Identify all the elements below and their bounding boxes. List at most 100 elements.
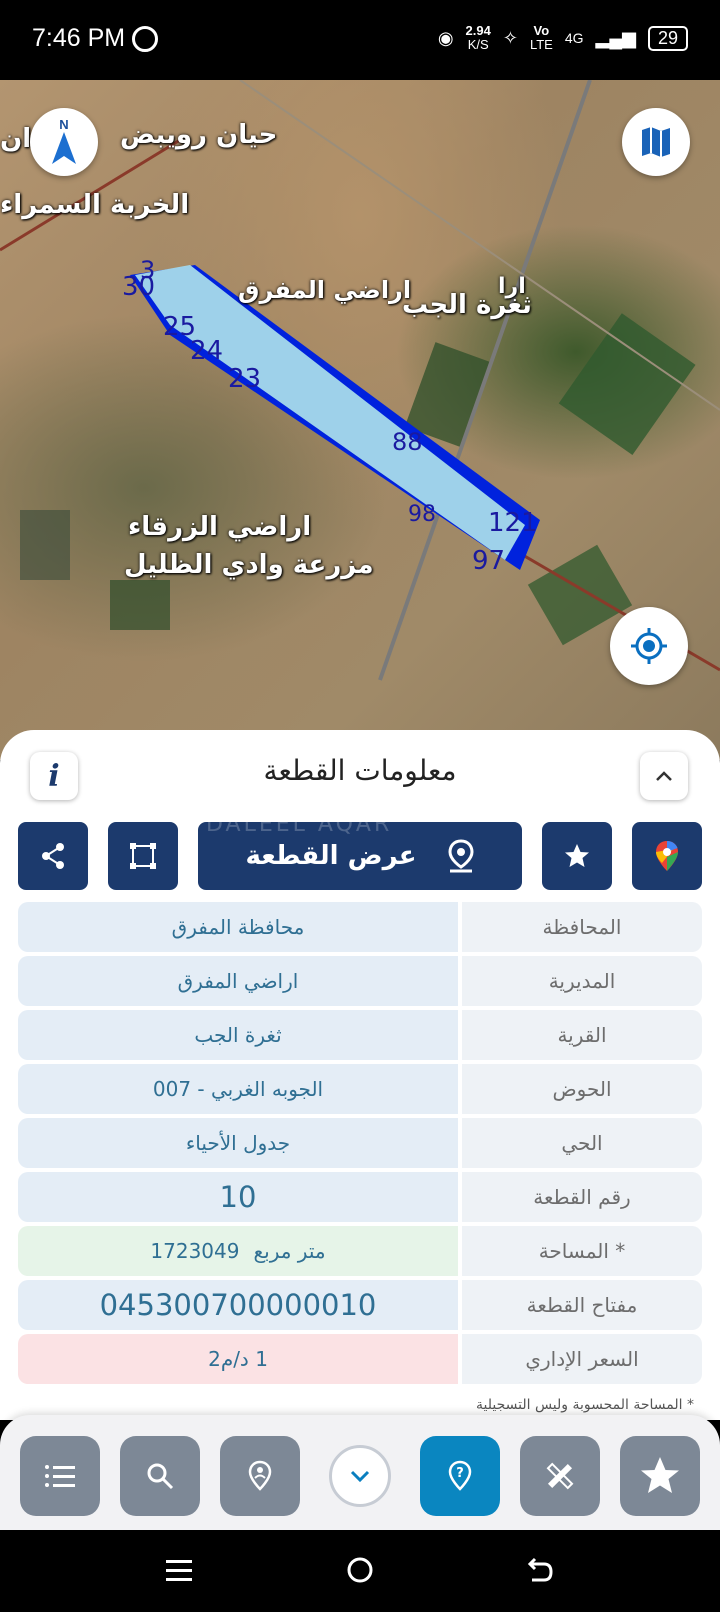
row-label: مفتاح القطعة: [462, 1280, 702, 1330]
star-icon: [565, 844, 589, 867]
row-label: الحوض: [462, 1064, 702, 1114]
expand-down-circle: [329, 1445, 391, 1507]
status-icons: ◉ 2.94 K/S ✧ Vo LTE 4G ▂▄▆ 29: [438, 24, 688, 52]
field-patch: [558, 313, 696, 455]
share-button[interactable]: [18, 822, 88, 890]
google-maps-icon: [656, 841, 678, 871]
place-label: مزرعة وادي الظليل: [124, 550, 374, 580]
row-value: محافظة المفرق: [18, 902, 458, 952]
row-plot-key: 045300700000010 مفتاح القطعة: [18, 1280, 702, 1330]
location-question-icon: ?: [448, 1460, 472, 1491]
google-maps-button[interactable]: [632, 822, 702, 890]
volte-lte: LTE: [529, 37, 553, 52]
place-label: اراضي المفرق: [238, 276, 412, 304]
tools-icon: [546, 1462, 574, 1490]
whatsapp-icon: [132, 26, 158, 52]
row-area: متر مربع 1723049 المساحة *: [18, 1226, 702, 1276]
volte-indicator: Vo LTE: [530, 24, 553, 52]
place-label: اراضي الزرقاء: [128, 512, 312, 542]
area-value: 1723049: [150, 1239, 240, 1263]
field-patch: [110, 580, 170, 630]
show-plot-label: عرض القطعة: [245, 841, 417, 871]
search-icon: [147, 1463, 174, 1490]
place-marker-button[interactable]: [220, 1436, 300, 1516]
wifi-icon: ✧: [502, 27, 518, 48]
list-button[interactable]: [20, 1436, 100, 1516]
place-label: ان: [0, 124, 32, 154]
svg-text:?: ?: [456, 1466, 464, 1481]
field-patch: [20, 510, 70, 580]
sheet-title: معلومات القطعة: [263, 754, 457, 787]
row-value: 10: [18, 1172, 458, 1222]
row-value: 045300700000010: [18, 1280, 458, 1330]
row-label: رقم القطعة: [462, 1172, 702, 1222]
map-layers-icon: [642, 127, 670, 157]
place-label: حيان رويبض: [120, 120, 278, 150]
row-value: الجوبه الغربي - 007: [18, 1064, 458, 1114]
parcel-number: 23: [228, 364, 262, 394]
parcel-number: 98: [408, 502, 436, 527]
share-icon: [42, 843, 64, 869]
row-label: المحافظة: [462, 902, 702, 952]
map-layers-button[interactable]: [622, 108, 690, 176]
row-label: السعر الإداري: [462, 1334, 702, 1384]
row-admin-price: 1 د/م2 السعر الإداري: [18, 1334, 702, 1384]
search-button[interactable]: [120, 1436, 200, 1516]
back-icon[interactable]: [524, 1555, 554, 1585]
signal-icon: ▂▄▆: [595, 27, 636, 48]
net-speed: 2.94 K/S: [466, 24, 491, 52]
chevron-down-icon: [350, 1470, 370, 1483]
net-speed-unit: K/S: [467, 37, 489, 52]
plot-shape-button[interactable]: [108, 822, 178, 890]
favorites-button[interactable]: [620, 1436, 700, 1516]
list-icon: [45, 1465, 75, 1487]
home-icon[interactable]: [345, 1555, 375, 1585]
row-label: الحي: [462, 1118, 702, 1168]
row-label: القرية: [462, 1010, 702, 1060]
favorite-button[interactable]: [542, 822, 612, 890]
system-nav-bar: [0, 1530, 720, 1612]
row-village: ثغرة الجب القرية: [18, 1010, 702, 1060]
row-value: ثغرة الجب: [18, 1010, 458, 1060]
net-speed-value: 2.94: [465, 23, 491, 38]
info-button[interactable]: i: [30, 752, 78, 800]
row-value: اراضي المفرق: [18, 956, 458, 1006]
location-pin-icon: [448, 839, 474, 873]
row-label: المساحة *: [462, 1226, 702, 1276]
row-plot-number: 10 رقم القطعة: [18, 1172, 702, 1222]
location-icon: ◉: [437, 27, 454, 48]
place-label: الخربة السمراء: [0, 190, 190, 220]
locate-me-button[interactable]: [610, 607, 688, 685]
area-unit: متر مربع: [253, 1239, 326, 1263]
row-basin: الجوبه الغربي - 007 الحوض: [18, 1064, 702, 1114]
row-directorate: اراضي المفرق المديرية: [18, 956, 702, 1006]
svg-text:N: N: [59, 117, 68, 132]
recent-apps-icon[interactable]: [164, 1555, 194, 1585]
row-value: جدول الأحياء: [18, 1118, 458, 1168]
parcel-number: 97: [472, 546, 506, 576]
info-icon: i: [48, 758, 60, 794]
plot-lookup-button[interactable]: ?: [420, 1436, 500, 1516]
parcel-number: 24: [190, 336, 224, 366]
compass-button[interactable]: N: [30, 108, 98, 176]
row-value: 1 د/م2: [18, 1334, 458, 1384]
row-label: المديرية: [462, 956, 702, 1006]
row-neighborhood: جدول الأحياء الحي: [18, 1118, 702, 1168]
parcel-number: 121: [488, 508, 538, 538]
expand-down-button[interactable]: [320, 1436, 400, 1516]
row-value: متر مربع 1723049: [18, 1226, 458, 1276]
north-arrow-icon: N: [52, 117, 76, 164]
watermark: DALEEL AQAR: [206, 812, 393, 837]
place-label: ثغرة الجب: [402, 290, 532, 320]
parcel-number: 88: [392, 428, 423, 456]
clock: 7:46 PM: [32, 24, 126, 52]
map-view[interactable]: 30 3 25 24 23 88 98 121 97 حيان رويبض ان…: [0, 80, 720, 760]
area-footnote: * المساحة المحسوبة وليس التسجيلية: [476, 1397, 694, 1413]
tools-button[interactable]: [520, 1436, 600, 1516]
chevron-up-icon: [656, 771, 672, 781]
status-bar: 7:46 PM ◉ 2.94 K/S ✧ Vo LTE 4G ▂▄▆ 29: [0, 0, 720, 80]
star-icon: [641, 1457, 679, 1493]
volte-vo: Vo: [533, 23, 550, 38]
collapse-sheet-button[interactable]: [640, 752, 688, 800]
battery-indicator: 29: [647, 25, 688, 51]
